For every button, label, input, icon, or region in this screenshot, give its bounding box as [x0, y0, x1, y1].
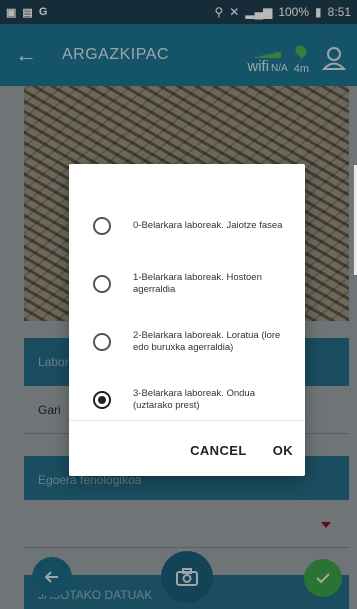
phenology-dialog: 0-Belarkara laboreak. Jaiotze fasea 1-Be…	[69, 164, 305, 476]
ok-button[interactable]: OK	[273, 443, 293, 458]
option-label: 3-Belarkara laboreak. Ondua (uztarako pr…	[133, 388, 255, 411]
option-label: 2-Belarkara laboreak. Loratua (lore edo …	[133, 330, 281, 353]
radio-button[interactable]	[93, 275, 111, 293]
radio-button[interactable]	[93, 217, 111, 235]
dialog-divider	[69, 420, 305, 421]
option-label: 0-Belarkara laboreak. Jaiotze fasea	[133, 220, 283, 232]
radio-button[interactable]	[93, 333, 111, 351]
option-2[interactable]: 2-Belarkara laboreak. Loratua (lore edo …	[69, 313, 305, 371]
cancel-button[interactable]: CANCEL	[190, 443, 247, 458]
option-1[interactable]: 1-Belarkara laboreak. Hostoen agerraldia	[69, 255, 305, 313]
option-label: 1-Belarkara laboreak. Hostoen agerraldia	[133, 272, 262, 295]
option-0[interactable]: 0-Belarkara laboreak. Jaiotze fasea	[69, 197, 305, 255]
radio-button-selected[interactable]	[93, 391, 111, 409]
option-list: 0-Belarkara laboreak. Jaiotze fasea 1-Be…	[69, 197, 305, 429]
dialog-actions: CANCEL OK	[190, 443, 293, 458]
